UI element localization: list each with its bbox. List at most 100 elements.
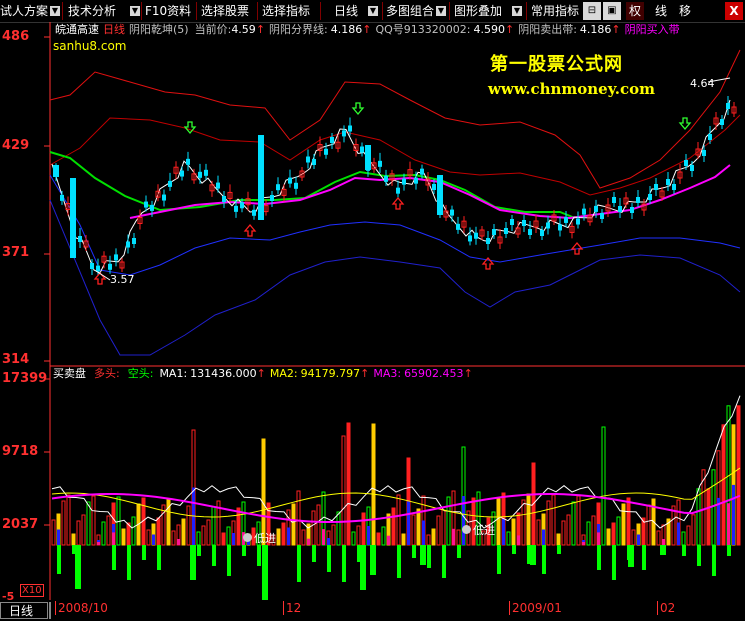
volume-bar bbox=[496, 498, 501, 546]
volume-bar-segment bbox=[287, 527, 290, 545]
candle-body-down bbox=[126, 241, 130, 248]
date-tick: 02 bbox=[657, 601, 675, 615]
bull-label: 多头: bbox=[94, 367, 120, 380]
volume-bar bbox=[401, 533, 406, 546]
volume-bar bbox=[311, 510, 316, 546]
candle-body-down bbox=[240, 202, 244, 209]
volume-bar-segment bbox=[232, 533, 235, 545]
ma3-value: 65902.453 bbox=[404, 367, 464, 380]
volume-bar-negative bbox=[75, 545, 81, 589]
volume-bar bbox=[86, 501, 91, 546]
volume-bar bbox=[276, 528, 281, 546]
volume-bar bbox=[71, 533, 76, 546]
candle-body-down bbox=[582, 208, 586, 215]
date-tick: 2009/01 bbox=[509, 601, 562, 615]
volume-bar bbox=[316, 504, 321, 546]
volume-bar-segment bbox=[112, 532, 115, 545]
volume-bar-segment bbox=[677, 522, 680, 545]
candle-body-down bbox=[204, 169, 208, 176]
candle-body-down bbox=[630, 207, 634, 213]
volume-bar-negative bbox=[112, 545, 116, 570]
candle-body-down bbox=[492, 229, 496, 235]
ma1-value: 131436.000 bbox=[190, 367, 257, 380]
candle-body-down bbox=[414, 177, 418, 184]
candle-body-down bbox=[468, 235, 472, 242]
candle-body-down bbox=[276, 184, 280, 191]
volume-bar-segment bbox=[662, 539, 665, 545]
candle-body-down bbox=[522, 220, 526, 226]
candle-body-down bbox=[222, 196, 226, 202]
date-tick: 12 bbox=[283, 601, 301, 615]
candle-body-down bbox=[144, 201, 148, 208]
volume-bar bbox=[206, 519, 211, 546]
candle-body-down bbox=[270, 195, 274, 201]
volume-bar-negative bbox=[327, 545, 331, 572]
volume-bar bbox=[646, 504, 651, 546]
volume-bar bbox=[416, 508, 421, 546]
volume-bar-negative bbox=[682, 545, 686, 556]
candle-body-down bbox=[78, 236, 82, 242]
low-price-annotation: 3.57 bbox=[110, 273, 135, 286]
volume-bar-negative bbox=[297, 545, 301, 582]
volume-bar bbox=[521, 499, 526, 546]
volume-bar bbox=[431, 528, 436, 546]
volume-bar-segment bbox=[517, 535, 520, 545]
volume-bar bbox=[631, 529, 636, 546]
volume-bar bbox=[346, 422, 351, 546]
candle-body-down bbox=[672, 184, 676, 190]
period-selector[interactable]: 日线 bbox=[0, 602, 48, 619]
volume-bar-negative bbox=[127, 545, 131, 580]
volume-bar-segment bbox=[327, 538, 330, 545]
volume-bar-negative bbox=[257, 545, 261, 566]
volume-bar bbox=[656, 530, 661, 546]
volume-bar bbox=[571, 501, 576, 546]
volume-bar-negative bbox=[262, 545, 268, 600]
volume-bar bbox=[721, 424, 726, 546]
candle-body-down bbox=[378, 160, 382, 167]
candle-body-down bbox=[474, 232, 478, 239]
volume-bar bbox=[296, 490, 301, 546]
sell-arrow-icon bbox=[351, 102, 365, 116]
volume-bar-negative bbox=[157, 545, 161, 570]
volume-bar bbox=[556, 533, 561, 546]
buy-arrow-icon bbox=[93, 271, 107, 285]
volume-bar bbox=[601, 426, 606, 546]
candle-body-down bbox=[365, 145, 371, 170]
candle-body-down bbox=[558, 224, 562, 231]
candle-body-down bbox=[432, 184, 436, 190]
candle-body-down bbox=[618, 206, 622, 212]
candle-body-down bbox=[360, 146, 364, 153]
volume-bar-segment bbox=[97, 542, 100, 545]
volume-bar-segment bbox=[542, 529, 545, 545]
dot-icon bbox=[243, 533, 252, 542]
volume-bar bbox=[121, 528, 126, 546]
high-price-annotation: 4.64 bbox=[690, 77, 715, 90]
volume-marker-label: 低进 bbox=[254, 532, 276, 545]
volume-bar-negative bbox=[660, 545, 666, 555]
volume-bar-segment bbox=[387, 535, 390, 545]
candle-body-down bbox=[186, 158, 190, 165]
candle-body-down bbox=[420, 168, 424, 175]
candle-body-down bbox=[234, 205, 238, 212]
candle-body-down bbox=[636, 197, 640, 203]
volume-bar-segment bbox=[597, 532, 600, 545]
close-price-line bbox=[51, 99, 731, 274]
volume-bar bbox=[81, 514, 86, 546]
candle-body-down bbox=[114, 254, 118, 261]
volume-bar bbox=[301, 529, 306, 546]
volume-bar-negative bbox=[370, 545, 376, 575]
volume-bar bbox=[546, 500, 551, 546]
candle-body-down bbox=[90, 263, 94, 269]
volume-bar-negative bbox=[612, 545, 616, 580]
volume-bar-negative bbox=[628, 545, 634, 567]
volume-bar-negative bbox=[397, 545, 401, 578]
volume-bar-negative bbox=[597, 545, 601, 570]
candle-body-down bbox=[720, 119, 724, 125]
volume-marker-low-entry: 低进 bbox=[243, 530, 276, 546]
candle-body-down bbox=[546, 222, 550, 229]
candle-body-down bbox=[684, 160, 688, 166]
candle-body-down bbox=[486, 238, 490, 244]
volume-bar bbox=[576, 495, 581, 546]
volume-bar-negative bbox=[360, 545, 366, 590]
volume-bar bbox=[691, 514, 696, 546]
